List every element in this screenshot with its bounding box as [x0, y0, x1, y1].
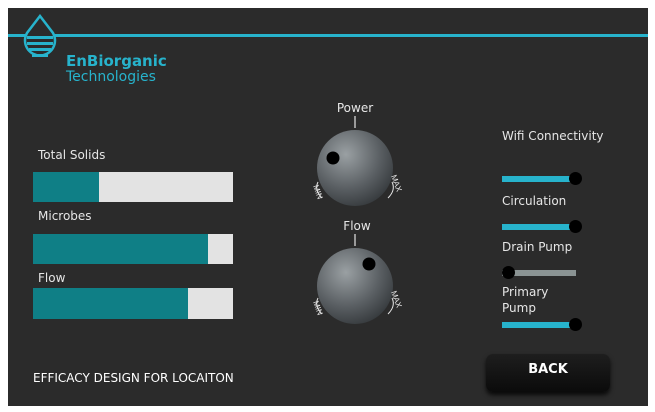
toggle-label-circulation: Circulation [502, 194, 567, 208]
primary-pump-toggle[interactable] [502, 318, 582, 332]
wifi-toggle[interactable] [502, 172, 582, 186]
flow-knob[interactable]: MIN MAX [300, 234, 410, 334]
power-knob[interactable]: MIN MAX [300, 116, 410, 216]
toggle-knob [569, 318, 582, 331]
toggle-label-primary-pump: Primary Pump [502, 285, 549, 315]
toggle-knob [569, 172, 582, 185]
meter-flow [33, 288, 233, 319]
knob-max-label: MAX [389, 290, 404, 310]
water-drop-icon [23, 14, 57, 57]
toggle-track [502, 224, 576, 230]
toggle-track [502, 176, 576, 182]
knob-label-power: Power [336, 101, 374, 115]
brand-name: EnBiorganic [66, 52, 167, 70]
knob-max-label: MAX [389, 174, 404, 194]
meter-fill [33, 288, 188, 319]
meter-label-flow: Flow [38, 271, 66, 285]
drain-pump-toggle[interactable] [502, 266, 582, 280]
back-button[interactable]: BACK [486, 354, 610, 392]
toggle-knob [569, 220, 582, 233]
meter-label-total-solids: Total Solids [38, 148, 106, 162]
meter-label-microbes: Microbes [38, 209, 92, 223]
brand-subtitle: Technologies [66, 69, 156, 85]
meter-microbes [33, 234, 233, 264]
app-panel: EnBiorganic Technologies Total Solids Mi… [8, 8, 648, 406]
header-accent-line [8, 34, 648, 37]
footer-text: EFFICACY DESIGN FOR LOCAITON [33, 371, 234, 385]
circulation-toggle[interactable] [502, 220, 582, 234]
meter-fill [33, 172, 99, 202]
meter-total-solids [33, 172, 233, 202]
meter-fill [33, 234, 208, 264]
toggle-label-drain-pump: Drain Pump [502, 240, 573, 254]
toggle-track [502, 322, 576, 328]
toggle-knob [502, 266, 515, 279]
knob-label-flow: Flow [343, 219, 371, 233]
toggle-label-wifi: Wifi Connectivity [502, 129, 604, 143]
